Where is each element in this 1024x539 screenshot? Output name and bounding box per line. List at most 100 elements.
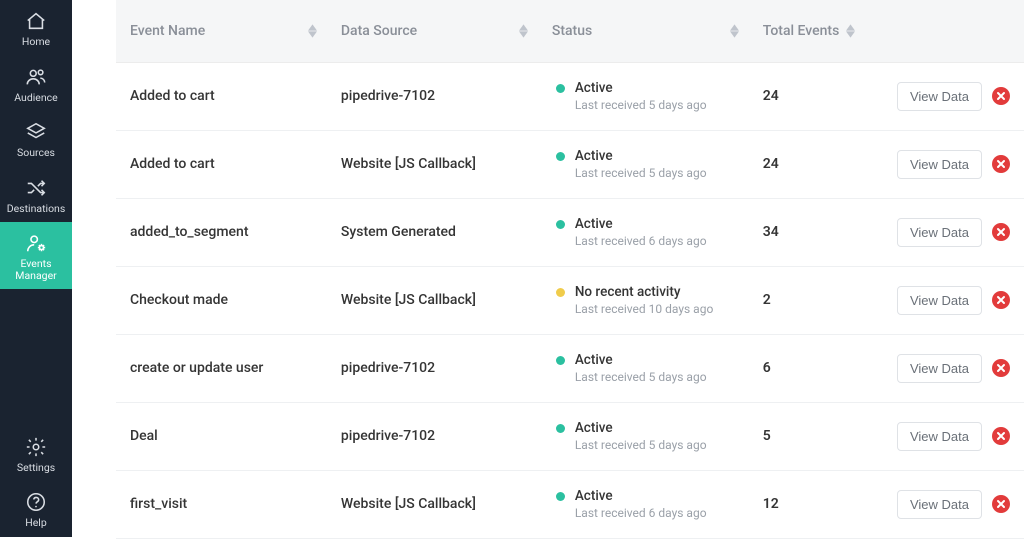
sidebar-item-sources[interactable]: Sources (0, 111, 72, 167)
status-dot-icon (556, 84, 565, 93)
sidebar-item-label: Audience (14, 92, 58, 104)
delete-button[interactable] (992, 155, 1010, 173)
cell-data-source: pipedrive-7102 (327, 402, 538, 470)
status-text: Active (575, 148, 613, 164)
status-text: Active (575, 488, 613, 504)
cell-event-name: Added to cart (116, 130, 327, 198)
status-subtext: Last received 5 days ago (575, 166, 735, 180)
cell-actions: View Data (865, 198, 1024, 266)
cell-total-events: 2 (749, 266, 866, 334)
cell-status: Active Last received 5 days ago (538, 130, 749, 198)
main-content: Event Name Data Source Status (72, 0, 1024, 537)
status-subtext: Last received 10 days ago (575, 302, 735, 316)
table-row: first_visitWebsite [JS Callback] Active La… (116, 470, 1024, 538)
cell-data-source: pipedrive-7102 (327, 334, 538, 402)
sidebar: Home Audience Sources Destinations Event… (0, 0, 72, 537)
status-dot-icon (556, 152, 565, 161)
table-row: Added to cartWebsite [JS Callback]Active… (116, 130, 1024, 198)
cell-data-source: pipedrive-7102 (327, 62, 538, 130)
view-data-button[interactable]: View Data (897, 286, 982, 315)
help-icon (25, 491, 47, 513)
view-data-button[interactable]: View Data (897, 490, 982, 519)
cell-event-name: first_visit (116, 470, 327, 538)
column-header-total[interactable]: Total Events (749, 0, 866, 62)
sort-icon[interactable] (846, 24, 855, 38)
column-header-label: Data Source (341, 23, 417, 39)
sidebar-item-help[interactable]: Help (0, 481, 72, 537)
delete-button[interactable] (992, 359, 1010, 377)
cell-actions: View Data (865, 266, 1024, 334)
cell-total-events: 24 (749, 62, 866, 130)
sort-icon[interactable] (730, 24, 739, 38)
sidebar-item-home[interactable]: Home (0, 0, 72, 56)
cell-event-name: added_to_segment (116, 198, 327, 266)
sidebar-item-label: Help (25, 517, 47, 529)
status-subtext: Last received 6 days ago (575, 506, 735, 520)
delete-button[interactable] (992, 223, 1010, 241)
status-text: Active (575, 420, 613, 436)
table-row: create or update userpipedrive-7102Activ… (116, 334, 1024, 402)
status-subtext: Last received 5 days ago (575, 98, 735, 112)
status-text: No recent activity (575, 284, 681, 300)
view-data-button[interactable]: View Data (897, 218, 982, 247)
status-dot-icon (556, 288, 565, 297)
cell-data-source: Website [JS Callback] (327, 470, 538, 538)
sidebar-item-label: Events Manager (15, 258, 56, 281)
column-header-label: Total Events (763, 23, 840, 39)
gear-icon (25, 436, 47, 458)
cell-data-source: Website [JS Callback] (327, 130, 538, 198)
status-dot-icon (556, 424, 565, 433)
sidebar-item-settings[interactable]: Settings (0, 426, 72, 482)
cell-event-name: create or update user (116, 334, 327, 402)
status-dot-icon (556, 220, 565, 229)
cell-actions: View Data (865, 470, 1024, 538)
cell-status: Active Last received 5 days ago (538, 402, 749, 470)
column-header-source[interactable]: Data Source (327, 0, 538, 62)
cell-data-source: System Generated (327, 198, 538, 266)
sort-icon[interactable] (308, 24, 317, 38)
delete-button[interactable] (992, 291, 1010, 309)
cell-total-events: 12 (749, 470, 866, 538)
status-subtext: Last received 5 days ago (575, 438, 735, 452)
sidebar-item-label: Home (22, 36, 50, 48)
cell-status: ActiveLast received 5 days ago (538, 62, 749, 130)
status-dot-icon (556, 356, 565, 365)
delete-button[interactable] (992, 495, 1010, 513)
cell-actions: View Data (865, 334, 1024, 402)
column-header-label: Status (552, 23, 592, 39)
sidebar-item-label: Sources (17, 147, 55, 159)
cell-data-source: Website [JS Callback] (327, 266, 538, 334)
layers-icon (25, 121, 47, 143)
table-row: Dealpipedrive-7102 Active Last received 5 … (116, 402, 1024, 470)
status-text: Active (575, 216, 613, 232)
view-data-button[interactable]: View Data (897, 82, 982, 111)
column-header-status[interactable]: Status (538, 0, 749, 62)
cell-status: Active Last received 6 days ago (538, 470, 749, 538)
status-subtext: Last received 5 days ago (575, 370, 735, 384)
cell-total-events: 34 (749, 198, 866, 266)
cell-status: ActiveLast received 6 days ago (538, 198, 749, 266)
column-header-label: Event Name (130, 23, 205, 39)
cell-status: No recent activity Last received 10 days … (538, 266, 749, 334)
sort-icon[interactable] (519, 24, 528, 38)
cell-event-name: Added to cart (116, 62, 327, 130)
cell-total-events: 24 (749, 130, 866, 198)
cell-actions: View Data (865, 130, 1024, 198)
view-data-button[interactable]: View Data (897, 150, 982, 179)
sidebar-item-destinations[interactable]: Destinations (0, 167, 72, 223)
delete-button[interactable] (992, 87, 1010, 105)
shuffle-icon (25, 177, 47, 199)
table-row: Added to cartpipedrive-7102ActiveLast re… (116, 62, 1024, 130)
view-data-button[interactable]: View Data (897, 354, 982, 383)
sidebar-item-events-manager[interactable]: Events Manager (0, 222, 72, 289)
view-data-button[interactable]: View Data (897, 422, 982, 451)
table-row: added_to_segmentSystem GeneratedActiveLa… (116, 198, 1024, 266)
cell-event-name: Deal (116, 402, 327, 470)
delete-button[interactable] (992, 427, 1010, 445)
cell-total-events: 5 (749, 402, 866, 470)
status-dot-icon (556, 492, 565, 501)
cell-status: ActiveLast received 5 days ago (538, 334, 749, 402)
column-header-event[interactable]: Event Name (116, 0, 327, 62)
events-table: Event Name Data Source Status (116, 0, 1024, 539)
sidebar-item-audience[interactable]: Audience (0, 56, 72, 112)
